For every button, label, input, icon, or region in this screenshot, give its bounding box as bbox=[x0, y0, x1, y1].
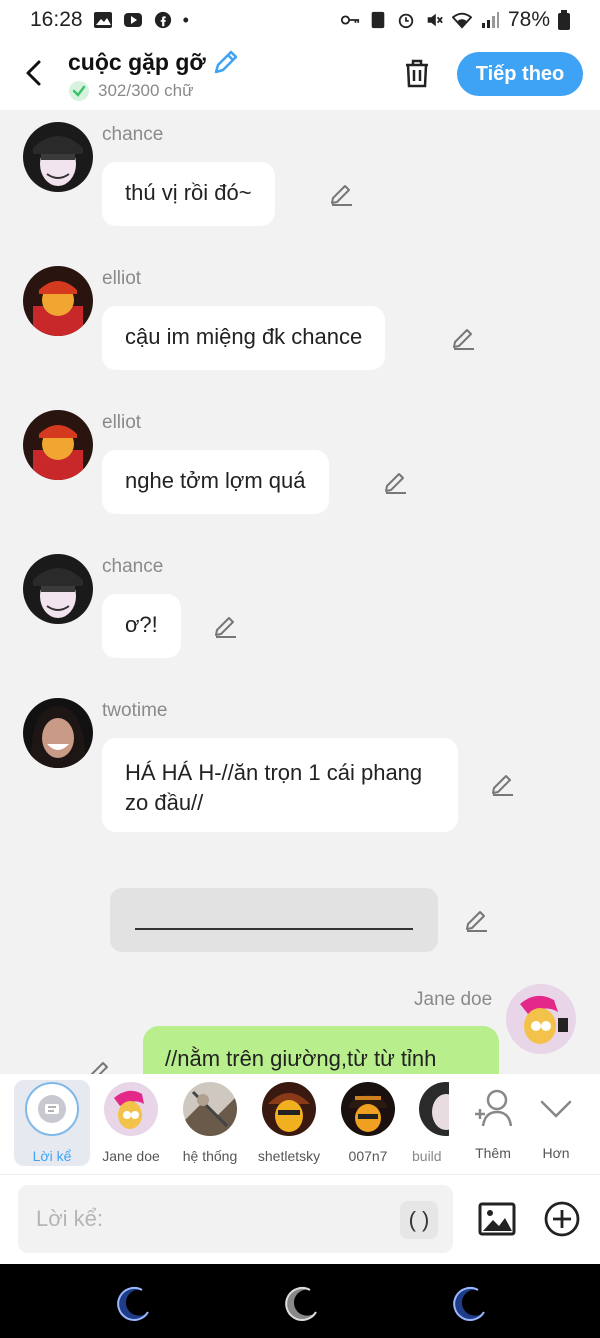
key-icon bbox=[340, 15, 360, 25]
avatar-build bbox=[419, 1082, 449, 1136]
narration-bubble[interactable] bbox=[110, 888, 438, 952]
character-he-thong[interactable]: hệ thống bbox=[172, 1082, 248, 1164]
chat-area[interactable]: chance thú vị rồi đó~ elliot cậu im miện… bbox=[0, 110, 600, 1074]
battery-percent: 78% bbox=[507, 8, 550, 31]
character-label: Hơn bbox=[542, 1145, 570, 1161]
edit-icon[interactable] bbox=[383, 469, 409, 495]
sender-name: elliot bbox=[102, 412, 142, 433]
avatar-chance[interactable] bbox=[23, 554, 93, 624]
image-icon[interactable] bbox=[478, 1200, 516, 1238]
avatar-chance[interactable] bbox=[23, 122, 93, 192]
status-time: 16:28 bbox=[30, 8, 83, 31]
next-button[interactable]: Tiếp theo bbox=[457, 52, 583, 96]
avatar-he-thong bbox=[183, 1082, 237, 1136]
story-title-text: cuộc gặp gỡ bbox=[68, 48, 206, 75]
signal-icon bbox=[481, 12, 499, 28]
character-build[interactable]: build bbox=[409, 1082, 449, 1164]
status-bar: 16:28 • 78% bbox=[0, 0, 600, 40]
my-message-bubble[interactable]: //nằm trên giường,từ từ tỉnh bbox=[143, 1026, 499, 1074]
parenthesis-button[interactable]: ( ) bbox=[400, 1201, 438, 1239]
top-bar: cuộc gặp gỡ 302/300 chữ Tiếp theo bbox=[0, 40, 600, 110]
check-icon bbox=[69, 81, 89, 101]
navigation-bar bbox=[0, 1264, 600, 1338]
edit-icon[interactable] bbox=[329, 181, 355, 207]
avatar-twotime[interactable] bbox=[23, 698, 93, 768]
pencil-icon[interactable] bbox=[212, 48, 240, 76]
alarm-icon bbox=[398, 13, 414, 29]
edit-icon[interactable] bbox=[464, 907, 490, 933]
sender-name: Jane doe bbox=[414, 989, 493, 1010]
edit-icon[interactable] bbox=[490, 771, 516, 797]
character-label: shetletsky bbox=[257, 1148, 321, 1164]
avatar-jane-doe bbox=[104, 1082, 158, 1136]
avatar-elliot[interactable] bbox=[23, 266, 93, 336]
sender-name: twotime bbox=[102, 700, 168, 721]
avatar-shetletsky bbox=[262, 1082, 316, 1136]
moon-icon[interactable] bbox=[282, 1284, 322, 1324]
youtube-icon bbox=[123, 13, 142, 27]
narrator-icon bbox=[25, 1082, 79, 1136]
character-label: Jane doe bbox=[102, 1148, 160, 1164]
character-jane-doe[interactable]: Jane doe bbox=[93, 1082, 169, 1164]
battery-icon bbox=[558, 10, 570, 30]
edit-icon[interactable] bbox=[451, 325, 477, 351]
add-person-icon bbox=[475, 1089, 513, 1127]
back-arrow-icon[interactable] bbox=[20, 58, 50, 88]
gallery-icon bbox=[93, 12, 112, 28]
message-bubble[interactable]: cậu im miệng đk chance bbox=[102, 306, 386, 370]
message-bubble[interactable]: ơ?! bbox=[102, 594, 181, 658]
character-shetletsky[interactable]: shetletsky bbox=[251, 1082, 327, 1164]
trash-icon[interactable] bbox=[400, 56, 434, 90]
sender-name: chance bbox=[102, 556, 164, 577]
character-bar: Lời kể Jane doe hệ thống shetletsky 007n… bbox=[0, 1074, 600, 1174]
mute-icon bbox=[427, 13, 443, 27]
dot-icon: • bbox=[182, 9, 189, 30]
character-narrator[interactable]: Lời kể bbox=[14, 1082, 90, 1164]
character-label: 007n7 bbox=[348, 1148, 388, 1164]
avatar-jane-doe[interactable] bbox=[506, 984, 576, 1054]
character-007n7[interactable]: 007n7 bbox=[330, 1082, 406, 1164]
message-input[interactable] bbox=[18, 1185, 453, 1253]
word-count-text: 302/300 chữ bbox=[98, 81, 194, 100]
character-label: build bbox=[412, 1148, 442, 1164]
message-bubble[interactable]: HÁ HÁ H-//ăn trọn 1 cái phang zo đầu// bbox=[102, 738, 458, 832]
input-bar: ( ) bbox=[0, 1174, 600, 1264]
plus-circle-icon[interactable] bbox=[543, 1200, 581, 1238]
message-bubble[interactable]: thú vị rồi đó~ bbox=[102, 162, 275, 226]
chevron-down-icon bbox=[540, 1100, 572, 1118]
moon-icon[interactable] bbox=[114, 1284, 154, 1324]
sender-name: elliot bbox=[102, 268, 142, 289]
avatar-007n7 bbox=[341, 1082, 395, 1136]
nfc-icon bbox=[371, 11, 385, 29]
sender-name: chance bbox=[102, 124, 164, 145]
narration-underline bbox=[135, 928, 413, 930]
facebook-icon bbox=[154, 11, 171, 29]
more-button[interactable]: Hơn bbox=[518, 1082, 594, 1161]
edit-icon[interactable] bbox=[213, 613, 239, 639]
moon-icon[interactable] bbox=[450, 1284, 490, 1324]
message-bubble[interactable]: nghe tởm lợm quá bbox=[102, 450, 329, 514]
edit-icon[interactable] bbox=[87, 1058, 113, 1074]
wifi-icon bbox=[451, 12, 472, 29]
character-label: Lời kể bbox=[32, 1148, 72, 1164]
word-count: 302/300 chữ bbox=[68, 80, 194, 102]
avatar-elliot[interactable] bbox=[23, 410, 93, 480]
story-title[interactable]: cuộc gặp gỡ bbox=[68, 48, 240, 76]
character-label: hệ thống bbox=[182, 1148, 238, 1164]
